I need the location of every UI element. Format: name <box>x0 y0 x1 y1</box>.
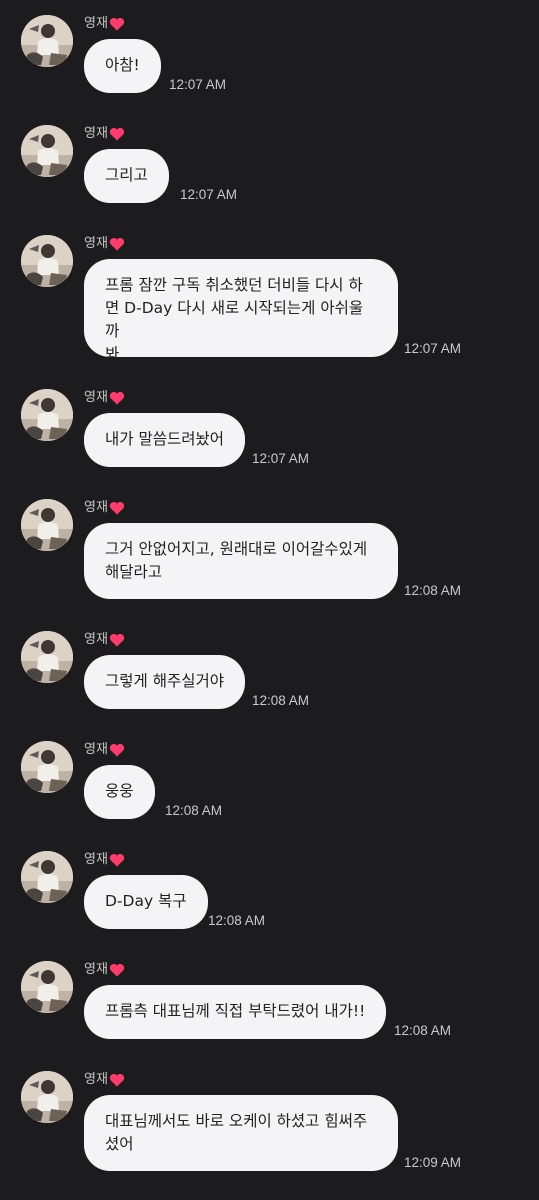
avatar-photo <box>21 125 73 177</box>
sender-name: 영재 <box>84 742 108 757</box>
sender-name: 영재 <box>84 632 108 647</box>
avatar[interactable] <box>21 15 73 67</box>
sender-name: 영재 <box>84 126 108 141</box>
avatar[interactable] <box>21 741 73 793</box>
heart-icon <box>109 17 125 31</box>
avatar-photo <box>21 741 73 793</box>
avatar-photo <box>21 961 73 1013</box>
sender-name: 영재 <box>84 500 108 515</box>
sender-label: 영재 <box>84 125 125 143</box>
message-timestamp: 12:08 AM <box>252 693 310 708</box>
avatar[interactable] <box>21 389 73 441</box>
heart-icon <box>109 127 125 141</box>
message-bubble[interactable]: 대표님께서도 바로 오케이 하셨고 힘써주 셨어 <box>84 1095 398 1171</box>
sender-label: 영재 <box>84 631 125 649</box>
avatar[interactable] <box>21 1071 73 1123</box>
message-bubble[interactable]: 내가 말씀드려놨어 <box>84 413 246 467</box>
sender-name: 영재 <box>84 236 108 251</box>
sender-label: 영재 <box>84 851 125 869</box>
message-bubble[interactable]: 프롬 잠깐 구독 취소했던 더비들 다시 하 면 D-Day 다시 새로 시작되… <box>84 259 398 363</box>
heart-icon <box>109 1073 125 1087</box>
avatar[interactable] <box>21 235 73 287</box>
sender-name: 영재 <box>84 962 108 977</box>
message-timestamp: 12:08 AM <box>165 803 223 818</box>
message-bubble[interactable]: 그거 안없어지고, 원래대로 이어갈수있게 해달라고 <box>84 523 398 599</box>
avatar-photo <box>21 1071 73 1123</box>
sender-label: 영재 <box>84 961 125 979</box>
avatar-photo <box>21 631 73 683</box>
heart-icon <box>109 633 125 647</box>
sender-name: 영재 <box>84 1072 108 1087</box>
message-bubble[interactable]: 웅웅 <box>84 765 155 819</box>
message-timestamp: 12:08 AM <box>394 1023 452 1038</box>
message-timestamp: 12:07 AM <box>252 451 310 466</box>
sender-name: 영재 <box>84 390 108 405</box>
message-bubble[interactable]: 아참! <box>84 39 161 93</box>
message-timestamp: 12:08 AM <box>404 583 462 598</box>
heart-icon <box>109 853 125 867</box>
heart-icon <box>109 501 125 515</box>
avatar-photo <box>21 499 73 551</box>
avatar-photo <box>21 851 73 903</box>
heart-icon <box>109 237 125 251</box>
message-timestamp: 12:07 AM <box>180 187 238 202</box>
avatar[interactable] <box>21 125 73 177</box>
sender-label: 영재 <box>84 499 125 517</box>
avatar-photo <box>21 235 73 287</box>
message-bubble[interactable]: 그리고 <box>84 149 169 203</box>
heart-icon <box>109 391 125 405</box>
heart-icon <box>109 963 125 977</box>
sender-label: 영재 <box>84 741 125 759</box>
avatar[interactable] <box>21 499 73 551</box>
message-timestamp: 12:09 AM <box>404 1155 462 1170</box>
message-timestamp: 12:07 AM <box>169 77 227 92</box>
sender-label: 영재 <box>84 235 125 253</box>
avatar[interactable] <box>21 631 73 683</box>
sender-label: 영재 <box>84 1071 125 1089</box>
message-timestamp: 12:08 AM <box>208 913 266 928</box>
sender-name: 영재 <box>84 16 108 31</box>
avatar-photo <box>21 15 73 67</box>
avatar-photo <box>21 389 73 441</box>
avatar[interactable] <box>21 851 73 903</box>
sender-label: 영재 <box>84 389 125 407</box>
sender-label: 영재 <box>84 15 125 33</box>
avatar[interactable] <box>21 961 73 1013</box>
message-timestamp: 12:07 AM <box>404 341 462 356</box>
message-bubble[interactable]: D-Day 복구 <box>84 875 208 929</box>
message-bubble[interactable]: 그렇게 해주실거야 <box>84 655 246 709</box>
message-bubble[interactable]: 프롬측 대표님께 직접 부탁드렸어 내가!! <box>84 985 387 1039</box>
sender-name: 영재 <box>84 852 108 867</box>
heart-icon <box>109 743 125 757</box>
